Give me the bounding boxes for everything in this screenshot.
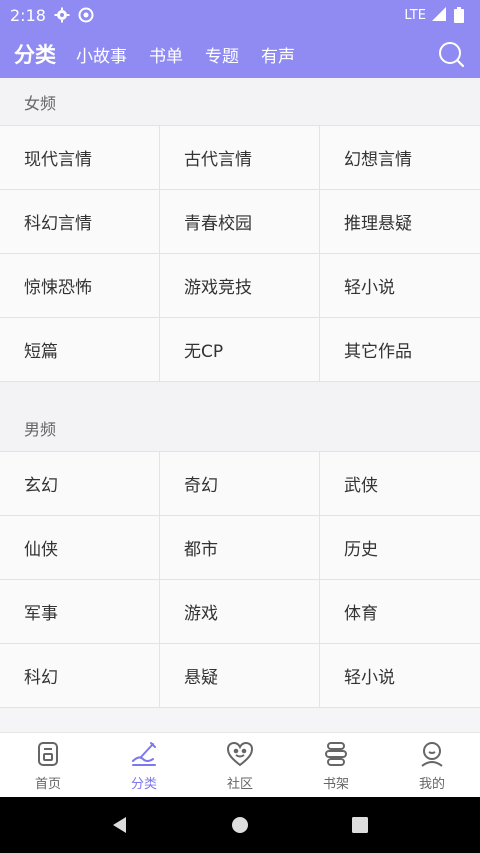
bottom-nav-category[interactable]: 分类 bbox=[96, 733, 192, 797]
category-item[interactable]: 惊悚恐怖 bbox=[0, 254, 160, 318]
bottom-nav-label: 我的 bbox=[418, 776, 445, 792]
bottom-nav-community[interactable]: 社区 bbox=[192, 733, 288, 797]
signal-icon bbox=[432, 7, 448, 23]
category-grid-male: 玄幻 奇幻 武侠 仙侠 都市 历史 军事 游戏 体育 科幻 悬疑 轻小说 bbox=[0, 452, 480, 708]
category-icon bbox=[129, 739, 159, 769]
section-divider bbox=[0, 382, 480, 404]
tab-category[interactable]: 分类 bbox=[14, 39, 56, 69]
network-label: LTE bbox=[404, 7, 426, 23]
category-item[interactable]: 幻想言情 bbox=[320, 126, 480, 190]
tab-book-lists[interactable]: 书单 bbox=[149, 42, 183, 67]
top-nav: 分类 小故事 书单 专题 有声 bbox=[0, 30, 480, 78]
category-item[interactable]: 玄幻 bbox=[0, 452, 160, 516]
settings-gear-icon bbox=[54, 7, 70, 23]
battery-icon bbox=[454, 7, 470, 23]
bottom-nav-bookshelf[interactable]: 书架 bbox=[288, 733, 384, 797]
bookshelf-icon bbox=[321, 739, 351, 769]
tab-topics[interactable]: 专题 bbox=[205, 42, 239, 67]
category-item[interactable]: 轻小说 bbox=[320, 644, 480, 708]
back-triangle-icon bbox=[113, 817, 126, 833]
section-header-male: 男频 bbox=[0, 404, 480, 452]
section-title: 男频 bbox=[24, 419, 57, 439]
bottom-nav-home[interactable]: 首页 bbox=[0, 733, 96, 797]
category-item[interactable]: 仙侠 bbox=[0, 516, 160, 580]
home-icon bbox=[33, 739, 63, 769]
system-nav-bar bbox=[0, 797, 480, 853]
category-item[interactable]: 轻小说 bbox=[320, 254, 480, 318]
search-icon bbox=[439, 42, 465, 68]
category-item[interactable]: 古代言情 bbox=[160, 126, 320, 190]
section-title: 女频 bbox=[24, 93, 57, 113]
recents-square-icon bbox=[352, 817, 368, 833]
community-icon bbox=[225, 739, 255, 769]
data-saver-icon bbox=[78, 7, 94, 23]
home-circle-icon bbox=[232, 817, 248, 833]
bottom-nav-label: 首页 bbox=[34, 776, 61, 792]
category-item[interactable]: 历史 bbox=[320, 516, 480, 580]
category-item[interactable]: 军事 bbox=[0, 580, 160, 644]
bottom-nav: 首页 分类 社区 书架 我的 bbox=[0, 732, 480, 797]
bottom-nav-label: 书架 bbox=[322, 776, 349, 792]
category-item[interactable]: 现代言情 bbox=[0, 126, 160, 190]
category-content[interactable]: 女频 现代言情 古代言情 幻想言情 科幻言情 青春校园 推理悬疑 惊悚恐怖 游戏… bbox=[0, 78, 480, 732]
category-item[interactable]: 科幻 bbox=[0, 644, 160, 708]
bottom-nav-label: 分类 bbox=[130, 776, 157, 792]
bottom-nav-label: 社区 bbox=[226, 776, 253, 792]
category-item[interactable]: 体育 bbox=[320, 580, 480, 644]
category-item[interactable]: 无CP bbox=[160, 318, 320, 382]
category-item[interactable]: 奇幻 bbox=[160, 452, 320, 516]
category-item[interactable]: 科幻言情 bbox=[0, 190, 160, 254]
category-item[interactable]: 游戏 bbox=[160, 580, 320, 644]
category-item[interactable]: 其它作品 bbox=[320, 318, 480, 382]
status-bar: 2:18 LTE bbox=[0, 0, 480, 30]
bottom-nav-profile[interactable]: 我的 bbox=[384, 733, 480, 797]
category-item[interactable]: 武侠 bbox=[320, 452, 480, 516]
category-item[interactable]: 青春校园 bbox=[160, 190, 320, 254]
section-header-female: 女频 bbox=[0, 78, 480, 126]
search-button[interactable] bbox=[436, 39, 466, 69]
status-time: 2:18 bbox=[10, 5, 46, 25]
category-item[interactable]: 都市 bbox=[160, 516, 320, 580]
tab-short-stories[interactable]: 小故事 bbox=[76, 42, 127, 67]
category-item[interactable]: 游戏竞技 bbox=[160, 254, 320, 318]
profile-icon bbox=[417, 739, 447, 769]
back-button[interactable] bbox=[100, 805, 140, 845]
category-item[interactable]: 推理悬疑 bbox=[320, 190, 480, 254]
tab-audio[interactable]: 有声 bbox=[261, 42, 295, 67]
home-button[interactable] bbox=[220, 805, 260, 845]
category-item[interactable]: 悬疑 bbox=[160, 644, 320, 708]
category-grid-female: 现代言情 古代言情 幻想言情 科幻言情 青春校园 推理悬疑 惊悚恐怖 游戏竞技 … bbox=[0, 126, 480, 382]
category-item[interactable]: 短篇 bbox=[0, 318, 160, 382]
recents-button[interactable] bbox=[340, 805, 380, 845]
